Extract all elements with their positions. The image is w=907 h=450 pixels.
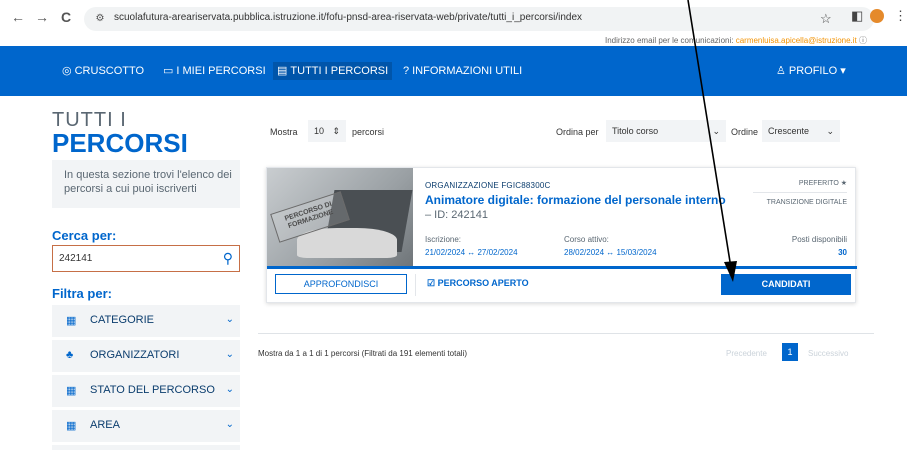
divider <box>753 192 847 193</box>
nav-cruscotto[interactable]: ◎ CRUSCOTTO <box>62 62 144 80</box>
search-label: Cerca per: <box>52 228 117 243</box>
communications-label: Indirizzo email per le comunicazioni: <box>604 36 734 45</box>
browser-profile-avatar[interactable] <box>870 9 884 23</box>
show-count-value: 10 <box>314 126 325 136</box>
order-label: Ordine <box>731 127 759 137</box>
course-title[interactable]: Animatore digitale: formazione del perso… <box>425 193 726 207</box>
search-input[interactable]: 242141 ⚲ <box>52 245 240 272</box>
help-icon: ? <box>403 65 410 77</box>
order-by-label: Ordina per <box>556 127 599 137</box>
list-icon: ▤ <box>277 65 288 77</box>
filter-categorie[interactable]: ▦ CATEGORIE ⌄ <box>52 305 240 337</box>
grid-icon: ▦ <box>66 315 77 327</box>
page-title-big: PERCORSI <box>52 128 188 158</box>
site-info-icon[interactable]: ⚙ <box>93 12 107 26</box>
filter-label: Filtra per: <box>52 286 112 301</box>
intro-box: In questa sezione trovi l'elenco dei per… <box>52 160 240 208</box>
caret-down-icon: ▾ <box>840 65 846 77</box>
show-label: Mostra <box>270 127 298 137</box>
search-icon[interactable]: ⚲ <box>223 250 233 267</box>
show-suffix: percorsi <box>352 127 385 137</box>
pagination-current-page[interactable]: 1 <box>782 343 798 361</box>
order-select[interactable]: Crescente ⌄ <box>762 120 840 142</box>
nav-profilo[interactable]: ♙ PROFILO ▾ <box>776 62 846 80</box>
hands-illustration <box>297 228 397 258</box>
card-accent-bar <box>267 266 857 269</box>
page-title: TUTTI I PERCORSI <box>52 110 240 156</box>
search-value[interactable]: 242141 <box>59 253 92 264</box>
course-card: PERCORSO DI FORMAZIONE ORGANIZZAZIONE FG… <box>266 167 857 303</box>
iscrizione-label: Iscrizione: <box>425 235 462 244</box>
show-count-select[interactable]: 10 ⇕ <box>308 120 346 142</box>
results-summary: Mostra da 1 a 1 di 1 percorsi (Filtrati … <box>258 349 467 358</box>
divider <box>258 333 874 334</box>
course-area-tag: TRANSIZIONE DIGITALE <box>766 199 847 206</box>
filter-label-text: AREA <box>90 419 120 431</box>
pagination-next[interactable]: Successivo <box>808 349 848 358</box>
extensions-icon[interactable]: ◧ <box>851 8 863 24</box>
reload-icon[interactable]: C <box>58 9 74 25</box>
nav-label: PROFILO <box>788 65 838 77</box>
status-badge: ☑ PERCORSO APERTO <box>427 278 529 288</box>
back-icon[interactable]: ← <box>10 9 26 25</box>
address-bar[interactable]: ⚙ scuolafutura-areariservata.pubblica.is… <box>84 7 874 31</box>
filter-area[interactable]: ▦ AREA ⌄ <box>52 410 240 442</box>
chevron-down-icon: ⌄ <box>225 419 234 430</box>
filter-next-partial <box>52 445 240 450</box>
bookmark-star-icon[interactable]: ☆ <box>820 11 832 27</box>
main-navigation: ◎ CRUSCOTTO ▭ I MIEI PERCORSI ▤ TUTTI I PER… <box>0 46 907 96</box>
chevron-down-icon: ⌄ <box>225 384 234 395</box>
filter-label-text: ORGANIZZATORI <box>90 349 180 361</box>
intro-text: In questa sezione trovi l'elenco dei per… <box>64 169 232 195</box>
pagination-previous[interactable]: Precedente <box>726 349 767 358</box>
nav-label: INFORMAZIONI UTILI <box>412 65 523 77</box>
chevron-down-icon: ⌄ <box>225 349 234 360</box>
candidati-button[interactable]: CANDIDATI <box>721 274 851 295</box>
nav-informazioni-utili[interactable]: ? INFORMAZIONI UTILI <box>403 62 522 80</box>
nav-i-miei-percorsi[interactable]: ▭ I MIEI PERCORSI <box>163 62 266 80</box>
nav-label: CRUSCOTTO <box>74 65 145 77</box>
grid-icon: ▦ <box>66 420 77 432</box>
nav-label: I MIEI PERCORSI <box>176 65 266 77</box>
course-id: – ID: 242141 <box>425 209 488 221</box>
communications-email-notice: Indirizzo email per le comunicazioni: ca… <box>605 35 867 46</box>
grid-icon: ▦ <box>66 385 77 397</box>
dashboard-icon: ◎ <box>62 65 72 77</box>
browser-toolbar: ← → C ⚙ scuolafutura-areariservata.pubbl… <box>0 0 907 36</box>
order-value: Crescente <box>768 126 810 136</box>
info-icon: ⓘ <box>859 36 867 45</box>
posti-label: Posti disponibili <box>791 235 847 244</box>
course-image: PERCORSO DI FORMAZIONE <box>267 168 413 266</box>
browser-menu-icon[interactable]: ⋮ <box>894 8 907 24</box>
user-icon: ♙ <box>776 65 786 77</box>
order-by-select[interactable]: Titolo corso ⌄ <box>606 120 726 142</box>
chevron-down-icon: ⌄ <box>712 126 720 136</box>
divider <box>415 274 416 296</box>
course-organization: ORGANIZZAZIONE FGIC88300C <box>425 181 551 190</box>
iscrizione-dates: 21/02/2024 ↔ 27/02/2024 <box>425 248 518 257</box>
users-icon: ♣ <box>66 349 74 361</box>
forward-icon[interactable]: → <box>34 9 50 25</box>
filter-label-text: STATO DEL PERCORSO <box>90 384 215 396</box>
order-by-value: Titolo corso <box>612 126 659 136</box>
select-arrows-icon: ⇕ <box>332 126 340 136</box>
corso-attivo-label: Corso attivo: <box>564 235 609 244</box>
chevron-down-icon: ⌄ <box>225 314 234 325</box>
filter-organizzatori[interactable]: ♣ ORGANIZZATORI ⌄ <box>52 340 240 372</box>
filter-label-text: CATEGORIE <box>90 314 154 326</box>
page-title-small: TUTTI I <box>52 109 127 131</box>
url-text: scuolafutura-areariservata.pubblica.istr… <box>114 12 583 23</box>
page: ← → C ⚙ scuolafutura-areariservata.pubbl… <box>0 0 907 450</box>
nav-tutti-i-percorsi[interactable]: ▤ TUTTI I PERCORSI <box>273 62 393 80</box>
approfondisci-button[interactable]: APPROFONDISCI <box>275 274 407 294</box>
communications-email[interactable]: carmenluisa.apicella@istruzione.it <box>736 36 857 45</box>
nav-label: TUTTI I PERCORSI <box>290 65 389 77</box>
corso-attivo-dates: 28/02/2024 ↔ 15/03/2024 <box>564 248 657 257</box>
favorite-toggle[interactable]: PREFERITO ★ <box>799 179 847 187</box>
monitor-icon: ▭ <box>163 65 174 77</box>
chevron-down-icon: ⌄ <box>826 126 834 136</box>
posti-value: 30 <box>838 248 847 257</box>
filter-stato-del-percorso[interactable]: ▦ STATO DEL PERCORSO ⌄ <box>52 375 240 407</box>
